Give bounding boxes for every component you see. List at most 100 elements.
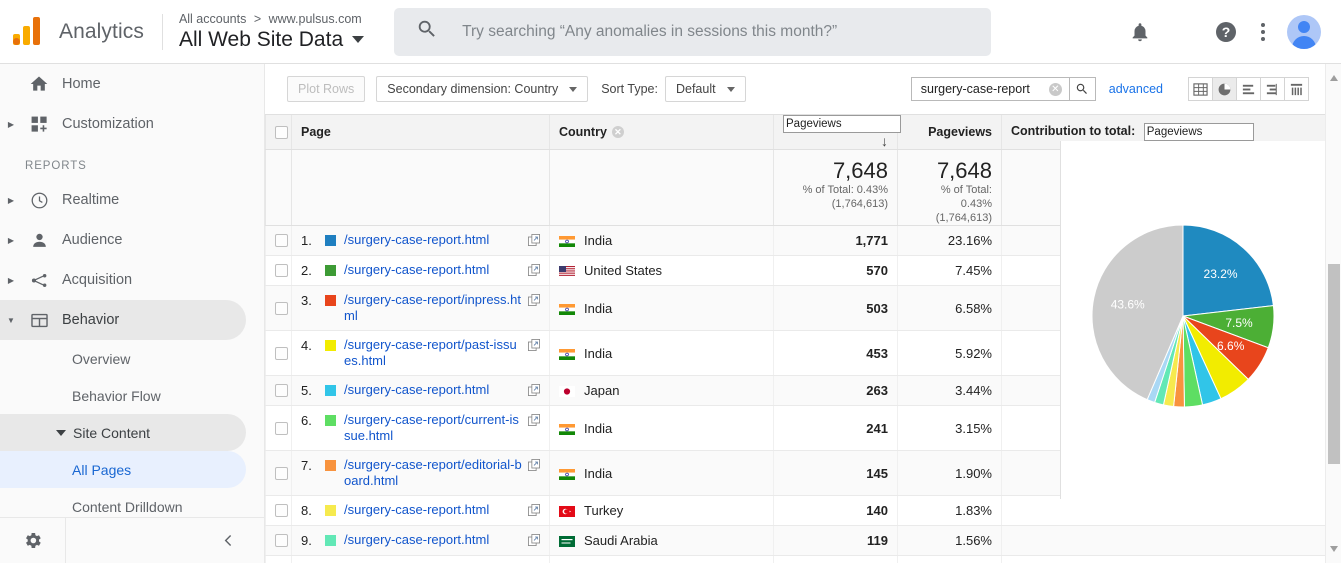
table-search-button[interactable] <box>1068 77 1096 101</box>
open-in-new-icon[interactable] <box>528 414 540 429</box>
open-in-new-icon[interactable] <box>528 264 540 279</box>
expand-arrow-icon[interactable]: ▶ <box>0 120 22 129</box>
contribution-pie-chart[interactable]: 23.2% 7.5% 6.6% 43.6% <box>1061 141 1326 499</box>
scroll-up-icon[interactable] <box>1329 69 1339 87</box>
help-icon[interactable]: ? <box>1214 20 1238 44</box>
sidebar-item-acquisition[interactable]: ▶ Acquisition <box>0 260 246 300</box>
pivot-view-icon[interactable] <box>1284 77 1309 101</box>
row-checkbox[interactable] <box>275 421 288 435</box>
row-checkbox[interactable] <box>275 264 288 277</box>
scrollbar-thumb[interactable] <box>1328 264 1340 464</box>
table-search-input[interactable] <box>918 81 1049 97</box>
percentage-view-icon[interactable] <box>1212 77 1237 101</box>
row-checkbox-cell[interactable] <box>265 375 292 406</box>
row-checkbox-cell[interactable] <box>265 255 292 286</box>
sidebar-item-overview[interactable]: Overview <box>0 340 246 377</box>
collapse-sidebar-icon[interactable] <box>66 532 264 549</box>
row-page-link[interactable]: /surgery-case-report.html <box>344 532 522 548</box>
row-checkbox-cell[interactable] <box>265 555 292 563</box>
row-checkbox-cell[interactable] <box>265 495 292 526</box>
row-page-link[interactable]: /surgery-case-report/editorial-board.htm… <box>344 457 522 489</box>
sidebar-item-site-content[interactable]: Site Content <box>0 414 246 451</box>
page-column-header[interactable]: Page <box>291 114 550 150</box>
row-checkbox-cell[interactable] <box>265 450 292 496</box>
secondary-dimension-button[interactable]: Secondary dimension: Country <box>376 76 589 102</box>
sidebar-item-all-pages[interactable]: All Pages <box>0 451 246 488</box>
sidebar-item-audience[interactable]: ▶ Audience <box>0 220 246 260</box>
row-checkbox[interactable] <box>275 346 288 360</box>
table-search-field[interactable]: ✕ <box>910 77 1069 101</box>
row-checkbox-cell[interactable] <box>265 285 292 331</box>
country-column-header[interactable]: Country ✕ <box>549 114 774 150</box>
row-checkbox[interactable] <box>275 466 288 480</box>
comparison-view-icon[interactable] <box>1260 77 1285 101</box>
chevron-down-icon[interactable] <box>352 36 365 43</box>
sidebar-item-home[interactable]: Home <box>0 64 246 104</box>
collapse-arrow-icon[interactable]: ▼ <box>0 316 22 325</box>
sidebar-item-realtime[interactable]: ▶ Realtime <box>0 180 246 220</box>
contribution-select[interactable]: Pageviews <box>1143 123 1254 141</box>
advanced-filter-link[interactable]: advanced <box>1109 82 1163 96</box>
notifications-bell-icon[interactable] <box>1129 21 1151 43</box>
open-in-new-icon[interactable] <box>528 294 540 309</box>
row-color-swatch <box>325 295 336 306</box>
view-title-row[interactable]: All Web Site Data <box>179 27 365 53</box>
scroll-down-icon[interactable] <box>1329 540 1339 558</box>
metric-select-header[interactable]: Pageviews ↓ <box>773 114 901 150</box>
sort-descending-icon[interactable]: ↓ <box>881 133 888 149</box>
vertical-scrollbar[interactable] <box>1325 64 1341 563</box>
row-checkbox-cell[interactable] <box>265 525 292 556</box>
row-color-swatch <box>325 385 336 396</box>
select-all-header[interactable] <box>265 114 292 150</box>
search-input[interactable] <box>460 21 961 42</box>
table-view-icon[interactable] <box>1188 77 1213 101</box>
expand-arrow-icon[interactable]: ▶ <box>0 276 22 285</box>
pageviews-column-header[interactable]: Pageviews <box>897 114 1002 150</box>
open-in-new-icon[interactable] <box>528 339 540 354</box>
expand-arrow-icon[interactable]: ▶ <box>0 236 22 245</box>
sidebar-item-customization[interactable]: ▶ Customization <box>0 104 246 144</box>
sort-type-button[interactable]: Default <box>664 76 746 102</box>
row-checkbox[interactable] <box>275 384 288 397</box>
row-checkbox[interactable] <box>275 234 288 247</box>
performance-view-icon[interactable] <box>1236 77 1261 101</box>
row-page-link[interactable]: /surgery-case-report.html <box>344 382 522 398</box>
table-row[interactable]: 9. /surgery-case-report.html Saudi Arabia 1… <box>265 525 1325 556</box>
apps-grid-icon[interactable] <box>1173 22 1192 41</box>
open-in-new-icon[interactable] <box>528 534 540 549</box>
clear-search-icon[interactable]: ✕ <box>1048 82 1062 96</box>
row-page-link[interactable]: /surgery-case-report/current-issue.html <box>344 412 522 444</box>
row-checkbox[interactable] <box>275 504 288 517</box>
settings-icon[interactable] <box>0 517 66 563</box>
row-page-link[interactable]: /surgery-case-report/inpress.html <box>344 292 522 324</box>
open-in-new-icon[interactable] <box>528 234 540 249</box>
plot-rows-button[interactable]: Plot Rows <box>287 76 366 102</box>
open-in-new-icon[interactable] <box>528 504 540 519</box>
row-checkbox[interactable] <box>275 534 288 547</box>
select-all-checkbox[interactable] <box>275 125 288 139</box>
metric-select-value: Pageviews <box>786 118 842 130</box>
row-checkbox[interactable] <box>275 301 288 315</box>
totals-pageviews-cell: 7,648 % of Total: 0.43% (1,764,613) <box>897 149 1002 226</box>
open-in-new-icon[interactable] <box>528 459 540 474</box>
collapse-arrow-icon[interactable] <box>56 429 66 436</box>
metric-select[interactable]: Pageviews <box>783 115 901 133</box>
table-row[interactable]: 10./surgery-case-report/current-issSaudi… <box>265 555 1325 563</box>
global-search[interactable] <box>394 7 992 56</box>
totals-pageviews2-ref: (1,764,613) <box>935 212 992 224</box>
open-in-new-icon[interactable] <box>528 384 540 399</box>
row-page-link[interactable]: /surgery-case-report.html <box>344 262 522 278</box>
avatar[interactable] <box>1287 14 1321 49</box>
sidebar-item-behavior-flow[interactable]: Behavior Flow <box>0 377 246 414</box>
row-checkbox-cell[interactable] <box>265 330 292 376</box>
remove-secondary-dimension-icon[interactable]: ✕ <box>611 126 624 138</box>
more-options-icon[interactable] <box>1260 22 1265 41</box>
sidebar-item-behavior[interactable]: ▼ Behavior <box>0 300 246 340</box>
row-page-link[interactable]: /surgery-case-report.html <box>344 232 522 248</box>
row-page-link[interactable]: /surgery-case-report.html <box>344 502 522 518</box>
row-page-link[interactable]: /surgery-case-report/past-issues.html <box>344 337 522 369</box>
account-selector[interactable]: All accounts > www.pulsus.com All Web Si… <box>179 11 365 53</box>
row-checkbox-cell[interactable] <box>265 405 292 451</box>
row-checkbox-cell[interactable] <box>265 225 292 256</box>
expand-arrow-icon[interactable]: ▶ <box>0 196 22 205</box>
